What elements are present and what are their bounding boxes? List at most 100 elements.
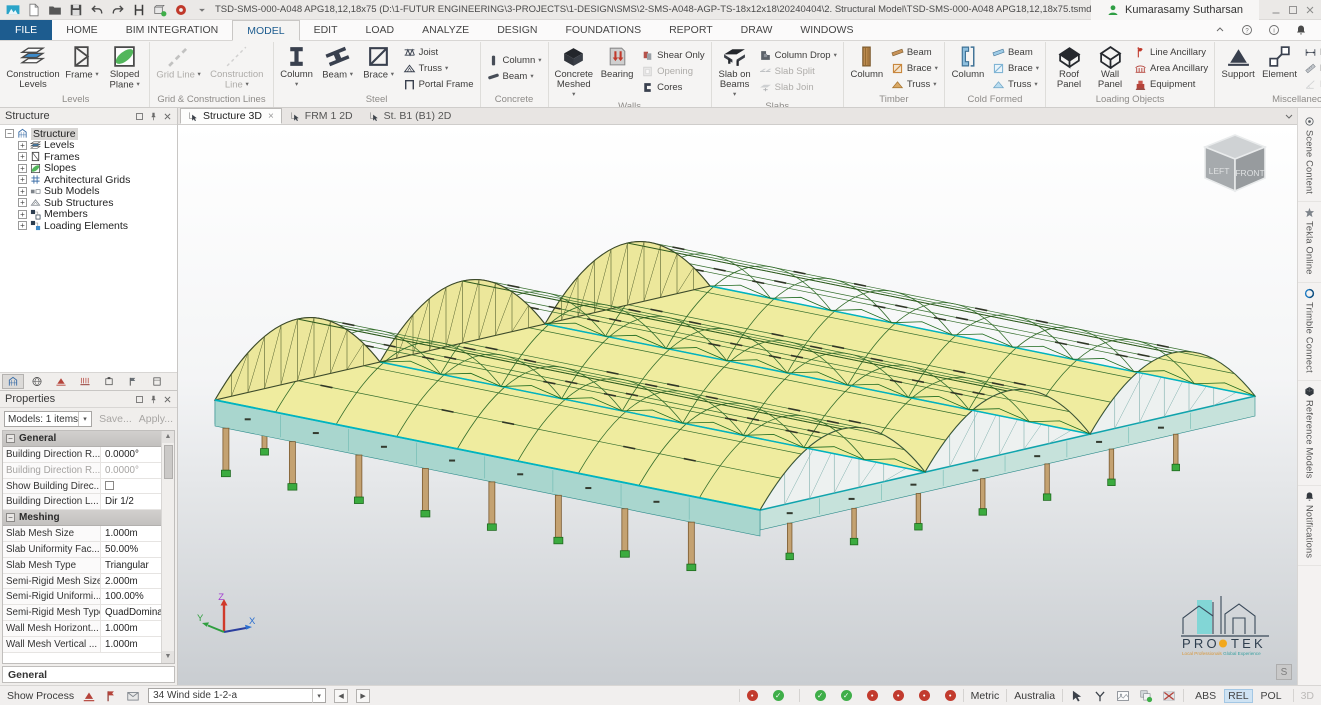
ribbon-column-button[interactable]: Column▾ — [485, 53, 544, 68]
tool-support-button[interactable] — [50, 374, 72, 389]
ribbon-construction-levels-button[interactable]: Construction Levels — [5, 42, 61, 94]
bell-icon[interactable] — [1295, 24, 1307, 36]
tree-item-sub-structures[interactable]: +Sub Structures — [5, 197, 177, 209]
ribbon-support-button[interactable]: Support — [1218, 42, 1258, 94]
envelope-icon[interactable] — [126, 689, 140, 703]
tree-item-loading-elements[interactable]: +Loading Elements — [5, 220, 177, 232]
panel-pin-button[interactable] — [149, 395, 158, 404]
checkbox[interactable] — [105, 481, 114, 490]
ribbon-area-ancillary-button[interactable]: Area Ancillary — [1132, 61, 1210, 76]
model-canvas[interactable]: LEFT FRONT Z X Y PRO TEK Local Professio… — [178, 125, 1297, 685]
ribbon-truss-button[interactable]: Truss▾ — [889, 77, 940, 92]
sidebar-notifications[interactable]: Notifications — [1298, 486, 1321, 566]
expand-icon[interactable]: + — [18, 187, 27, 196]
coord-mode-rel[interactable]: REL — [1224, 689, 1252, 703]
pointer-icon[interactable] — [1070, 689, 1084, 703]
grid-h-icon[interactable] — [132, 3, 146, 17]
tree-item-slopes[interactable]: +Slopes — [5, 163, 177, 175]
coord-mode-pol[interactable]: POL — [1257, 689, 1286, 703]
collapse-icon[interactable]: − — [6, 434, 15, 443]
chevron-up-icon[interactable] — [1214, 24, 1226, 36]
prop-row-wall-mesh-vertical[interactable]: Wall Mesh Vertical ...1.000m — [3, 637, 161, 653]
ribbon-joist-button[interactable]: Joist — [401, 45, 476, 60]
prop-section-meshing[interactable]: −Meshing — [3, 510, 161, 526]
panel-float-button[interactable] — [135, 395, 144, 404]
menu-tab-draw[interactable]: DRAW — [727, 20, 787, 40]
ribbon-truss-button[interactable]: Truss▾ — [990, 77, 1041, 92]
ribbon-element-button[interactable]: Element — [1259, 42, 1300, 94]
sidebar-reference-models[interactable]: Reference Models — [1298, 381, 1321, 487]
status-light-green[interactable]: ✓ — [815, 690, 826, 701]
ribbon-shear-only-button[interactable]: Shear Only — [639, 48, 707, 63]
close-button[interactable] — [163, 395, 172, 404]
prev-loadcase-button[interactable]: ◀ — [334, 689, 348, 703]
menu-tab-edit[interactable]: EDIT — [300, 20, 352, 40]
apply-button[interactable]: Apply... — [139, 413, 173, 425]
ribbon-brace-button[interactable]: Brace▾ — [889, 61, 940, 76]
sidebar-tekla-online[interactable]: Tekla Online — [1298, 202, 1321, 283]
ribbon-roof-panel-button[interactable]: Roof Panel — [1049, 42, 1089, 94]
close-tab-icon[interactable]: × — [268, 111, 274, 122]
prop-row-slab-uniformity-fac[interactable]: Slab Uniformity Fac...50.00% — [3, 542, 161, 558]
coord-mode-abs[interactable]: ABS — [1191, 689, 1220, 703]
expand-icon[interactable]: + — [18, 141, 27, 150]
app-logo-icon[interactable] — [6, 3, 20, 17]
menu-tab-windows[interactable]: WINDOWS — [786, 20, 867, 40]
ribbon-measure-angle-button[interactable]: Measure Angle — [1302, 77, 1321, 92]
collapse-icon[interactable]: − — [6, 513, 15, 522]
ribbon-wall-panel-button[interactable]: Wall Panel — [1090, 42, 1130, 94]
process-red-icon[interactable] — [82, 689, 96, 703]
region-label[interactable]: Australia — [1014, 690, 1055, 702]
prop-row-show-building-direc[interactable]: Show Building Direc... — [3, 479, 161, 495]
sidebar-scene-content[interactable]: Scene Content — [1298, 111, 1321, 202]
menu-tab-model[interactable]: MODEL — [232, 20, 299, 41]
ribbon-measure-button[interactable]: Measure — [1302, 61, 1321, 76]
ribbon-slab-split-button[interactable]: Slab Split — [757, 64, 839, 79]
record-icon[interactable] — [174, 3, 188, 17]
redo-icon[interactable] — [111, 3, 125, 17]
winclose-button[interactable] — [1303, 4, 1317, 16]
qat-dropdown-icon[interactable] — [195, 3, 209, 17]
tool-box-button[interactable] — [98, 374, 120, 389]
prop-row-semi-rigid-mesh-type[interactable]: Semi-Rigid Mesh TypeQuadDominant — [3, 605, 161, 621]
expand-icon[interactable]: + — [18, 210, 27, 219]
tool-globe-button[interactable] — [26, 374, 48, 389]
prop-row-wall-mesh-horizont[interactable]: Wall Mesh Horizont...1.000m — [3, 621, 161, 637]
view-tab-frm-1-2d[interactable]: FRM 1 2D — [282, 108, 361, 124]
ribbon-slab-join-button[interactable]: Slab Join — [757, 80, 839, 95]
status-light-red[interactable]: • — [893, 690, 904, 701]
view-tab-structure-3d[interactable]: Structure 3D× — [180, 108, 282, 124]
prop-row-semi-rigid-uniformi[interactable]: Semi-Rigid Uniformi...100.00% — [3, 589, 161, 605]
status-light-red[interactable]: • — [747, 690, 758, 701]
chevron-down-icon[interactable]: ▾ — [78, 412, 91, 426]
expand-icon[interactable]: + — [18, 221, 27, 230]
status-light-red[interactable]: • — [945, 690, 956, 701]
ribbon-truss-button[interactable]: Truss▾ — [401, 61, 476, 76]
ribbon-bearing-button[interactable]: Bearing — [597, 42, 637, 101]
prop-row-semi-rigid-mesh-size[interactable]: Semi-Rigid Mesh Size2.000m — [3, 574, 161, 590]
ribbon-column-button[interactable]: Column — [847, 42, 887, 94]
properties-scrollbar[interactable]: ▲ ▼ — [161, 431, 174, 663]
ribbon-equipment-button[interactable]: Equipment — [1132, 77, 1210, 92]
tree-item-levels[interactable]: +Levels — [5, 140, 177, 152]
ribbon-dimension-button[interactable]: Dimension — [1302, 45, 1321, 60]
open-icon[interactable] — [48, 3, 62, 17]
status-light-green[interactable]: ✓ — [841, 690, 852, 701]
ribbon-beam-button[interactable]: Beam — [990, 45, 1041, 60]
flag-red-icon[interactable] — [104, 689, 118, 703]
ribbon-beam-button[interactable]: Beam — [889, 45, 940, 60]
menu-tab-home[interactable]: HOME — [52, 20, 112, 40]
menu-tab-report[interactable]: REPORT — [655, 20, 727, 40]
ribbon-line-ancillary-button[interactable]: Line Ancillary — [1132, 45, 1210, 60]
ribbon-brace-button[interactable]: Brace▾ — [990, 61, 1041, 76]
tab-overflow-icon[interactable] — [1283, 110, 1295, 122]
tree-item-sub-models[interactable]: +Sub Models — [5, 186, 177, 198]
new-file-icon[interactable] — [27, 3, 41, 17]
chevron-down-icon[interactable]: ▾ — [312, 689, 325, 703]
panel-pin-button[interactable] — [149, 112, 158, 121]
ribbon-opening-button[interactable]: Opening — [639, 64, 707, 79]
next-loadcase-button[interactable]: ▶ — [356, 689, 370, 703]
3d-model[interactable] — [178, 125, 1297, 685]
tool-flag-button[interactable] — [122, 374, 144, 389]
ribbon-column-button[interactable]: Column ▾ — [277, 42, 317, 94]
